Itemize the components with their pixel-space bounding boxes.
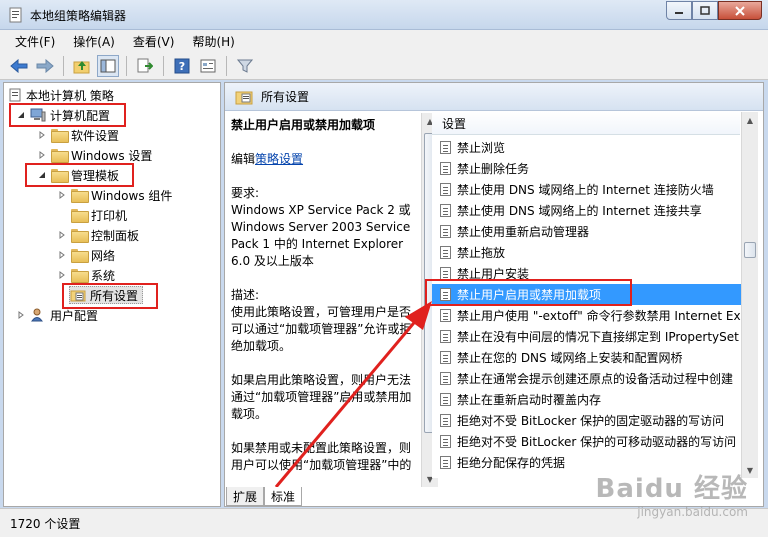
- watermark-url: jingyan.baidu.com: [637, 505, 748, 519]
- watermark-logo: Baidu 经验: [595, 474, 748, 504]
- tab-extended[interactable]: 扩展: [226, 487, 265, 506]
- tab-standard[interactable]: 标准: [264, 487, 303, 506]
- watermark: Baidu 经验 jingyan.baidu.com: [596, 468, 748, 519]
- annotation-arrow: [274, 301, 432, 488]
- view-tabs: 扩展 标准: [226, 486, 303, 506]
- status-text: 1720 个设置: [10, 516, 81, 531]
